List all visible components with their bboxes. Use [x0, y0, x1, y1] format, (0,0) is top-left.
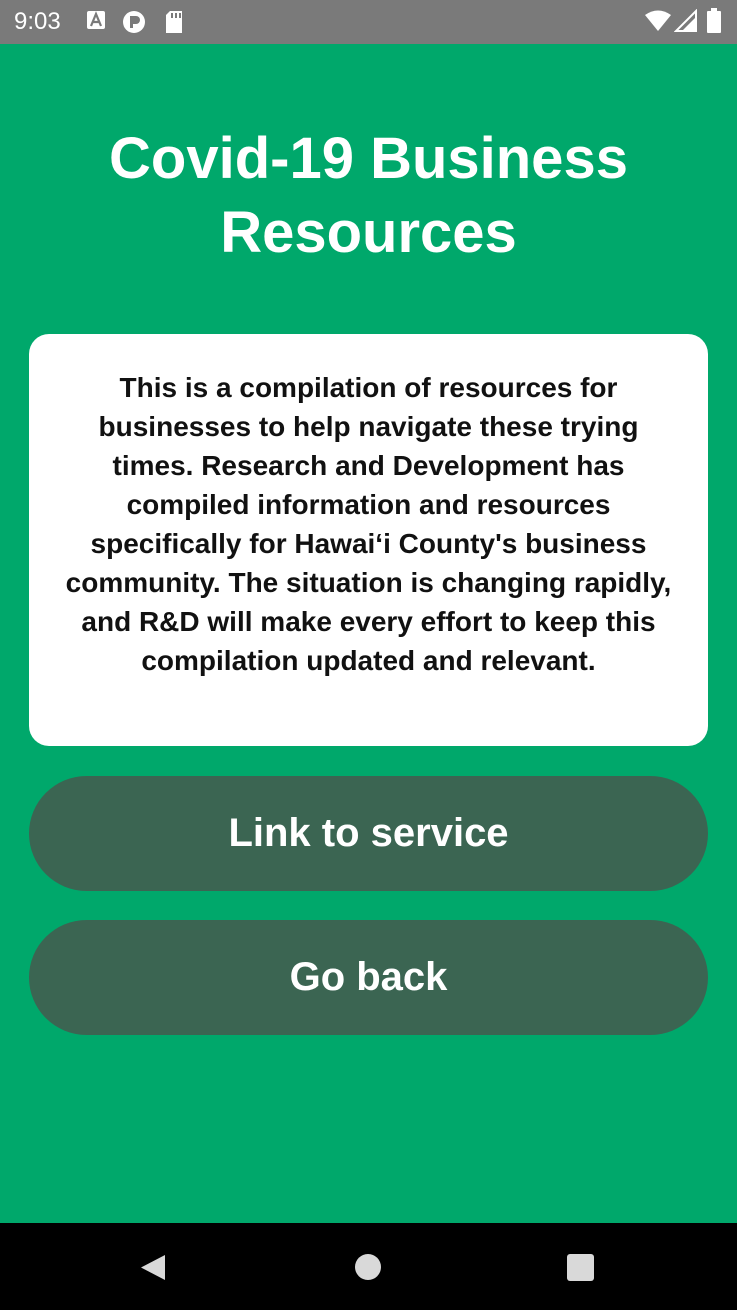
- back-triangle-icon[interactable]: [94, 1223, 214, 1310]
- battery-icon: [707, 8, 721, 33]
- navigation-bar: [0, 1223, 737, 1310]
- page-title: Covid-19 Business Resources: [109, 126, 628, 265]
- description-text: This is a compilation of resources for b…: [65, 372, 672, 676]
- app-screen: Covid-19 Business Resources This is a co…: [0, 44, 737, 1223]
- cell-signal-icon: [674, 9, 697, 32]
- wifi-icon: [645, 10, 671, 31]
- font-a-icon: [87, 11, 105, 29]
- home-circle-icon[interactable]: [309, 1223, 429, 1310]
- status-time: 9:03: [14, 8, 61, 35]
- description-card: This is a compilation of resources for b…: [29, 334, 708, 746]
- status-bar: 9:03: [0, 0, 737, 44]
- go-back-button[interactable]: Go back: [29, 920, 708, 1035]
- recents-square-icon[interactable]: [520, 1223, 640, 1310]
- link-to-service-button[interactable]: Link to service: [29, 776, 708, 891]
- sd-card-icon: [166, 11, 182, 33]
- p-badge-icon: [123, 11, 145, 33]
